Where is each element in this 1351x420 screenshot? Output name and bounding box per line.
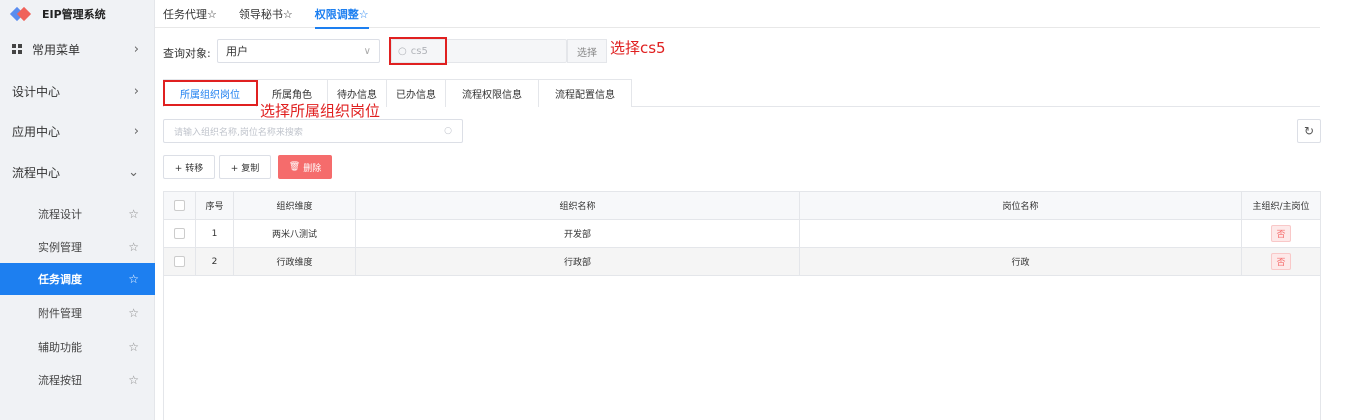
star-icon[interactable]: ☆ (128, 306, 139, 320)
row-select[interactable] (164, 220, 196, 247)
org-post-table: 序号 组织维度 组织名称 岗位名称 主组织/主岗位 1 两米八测试 开发部 否 … (163, 191, 1321, 420)
sidebar-item-label: 流程设计 (38, 208, 82, 221)
cell-main-org: 否 (1242, 248, 1320, 275)
annotation-text-cs5: 选择cs5 (610, 39, 666, 57)
annotation-box-org (163, 80, 258, 106)
cell-post-name: 行政 (800, 248, 1242, 275)
sidebar-item-label: 实例管理 (38, 241, 82, 254)
delete-label: 删除 (303, 163, 322, 174)
menu-app-center[interactable]: 应用中心 › (0, 117, 155, 145)
sidebar-item-assist-function[interactable]: 辅助功能 ☆ (0, 331, 155, 363)
star-icon[interactable]: ☆ (128, 207, 139, 221)
menu-app-center-label: 应用中心 (12, 124, 61, 139)
header-org-dimension: 组织维度 (234, 192, 356, 219)
menu-design-center[interactable]: 设计中心 › (0, 77, 155, 105)
sidebar-item-label: 辅助功能 (38, 341, 82, 354)
tab-leader-secretary[interactable]: 领导秘书☆ (239, 0, 293, 28)
sidebar-item-label: 任务调度 (38, 273, 82, 286)
menu-flow-center-label: 流程中心 (12, 165, 61, 180)
star-icon[interactable]: ☆ (128, 373, 139, 387)
cell-org-name: 行政部 (356, 248, 800, 275)
chevron-right-icon: › (133, 41, 139, 57)
annotation-text-org: 选择所属组织岗位 (260, 102, 381, 120)
sidebar-item-instance-manage[interactable]: 实例管理 ☆ (0, 231, 155, 263)
app-logo-icon (9, 6, 32, 22)
row-select[interactable] (164, 248, 196, 275)
chevron-right-icon: › (133, 83, 139, 99)
chevron-right-icon: › (133, 123, 139, 139)
tab-flow-config[interactable]: 流程配置信息 (538, 79, 632, 107)
checkbox[interactable] (174, 200, 185, 211)
refresh-icon: ↻ (1303, 124, 1315, 138)
menu-common[interactable]: 常用菜单 › (0, 35, 155, 63)
header-index: 序号 (196, 192, 234, 219)
star-icon[interactable]: ☆ (128, 240, 139, 254)
search-icon: ○ (444, 126, 452, 136)
refresh-button[interactable]: ↻ (1297, 119, 1321, 143)
menu-design-center-label: 设计中心 (12, 84, 61, 99)
cell-org-dimension: 行政维度 (234, 248, 356, 275)
sidebar-item-flow-design[interactable]: 流程设计 ☆ (0, 198, 155, 230)
star-icon[interactable]: ☆ (128, 340, 139, 354)
query-object-select[interactable]: 用户 ∨ (217, 39, 380, 63)
select-value: 用户 (226, 45, 248, 58)
annotation-box-cs5 (389, 37, 447, 65)
header-org-name: 组织名称 (356, 192, 800, 219)
header-main-org: 主组织/主岗位 (1252, 202, 1310, 212)
filter-placeholder: 请输入组织名称,岗位名称来搜索 (174, 127, 303, 138)
sidebar-item-flow-button[interactable]: 流程按钮 ☆ (0, 364, 155, 396)
table-row[interactable]: 1 两米八测试 开发部 否 (164, 220, 1320, 248)
checkbox[interactable] (174, 228, 185, 239)
table-row[interactable]: 2 行政维度 行政部 行政 否 (164, 248, 1320, 276)
org-filter-input[interactable]: 请输入组织名称,岗位名称来搜索 ○ (163, 119, 463, 143)
menu-flow-center[interactable]: 流程中心 ⌄ (0, 158, 155, 186)
cell-index: 2 (196, 248, 234, 275)
status-badge: 否 (1271, 225, 1291, 242)
tab-task-agent[interactable]: 任务代理☆ (163, 0, 217, 28)
top-tab-bar: 任务代理☆ 领导秘书☆ 权限调整☆ (155, 0, 1320, 29)
header-select-all[interactable] (164, 192, 196, 219)
cell-org-dimension: 两米八测试 (234, 220, 356, 247)
query-label: 查询对象: (163, 47, 211, 60)
chevron-down-icon: ∨ (363, 45, 371, 57)
tab-permission-adjust[interactable]: 权限调整☆ (314, 0, 369, 29)
tab-done[interactable]: 已办信息 (386, 79, 446, 107)
cell-post-name (800, 220, 1242, 247)
star-icon[interactable]: ☆ (128, 272, 139, 286)
copy-button[interactable]: + 复制 (219, 155, 271, 179)
status-badge: 否 (1271, 253, 1291, 270)
trash-icon: 🗑 (288, 162, 301, 172)
checkbox[interactable] (174, 256, 185, 267)
app-title: EIP管理系统 (42, 8, 106, 21)
sidebar: EIP管理系统 常用菜单 › 设计中心 › 应用中心 › 流程中心 ⌄ 流程设计… (0, 0, 155, 420)
app-header: EIP管理系统 (0, 0, 154, 28)
sidebar-item-label: 流程按钮 (38, 374, 82, 387)
transfer-button[interactable]: + 转移 (163, 155, 215, 179)
choose-button[interactable]: 选择 (567, 39, 607, 63)
table-header-row: 序号 组织维度 组织名称 岗位名称 主组织/主岗位 (164, 192, 1320, 220)
menu-common-label: 常用菜单 (32, 42, 81, 57)
grid-icon (12, 44, 22, 54)
sidebar-item-task-dispatch[interactable]: 任务调度 ☆ (0, 263, 155, 295)
chevron-down-icon: ⌄ (128, 164, 139, 180)
tab-flow-permission[interactable]: 流程权限信息 (445, 79, 539, 107)
cell-main-org: 否 (1242, 220, 1320, 247)
sidebar-item-attachment-manage[interactable]: 附件管理 ☆ (0, 297, 155, 329)
delete-button[interactable]: 🗑 删除 (278, 155, 332, 179)
sidebar-item-label: 附件管理 (38, 307, 82, 320)
cell-org-name: 开发部 (356, 220, 800, 247)
cell-index: 1 (196, 220, 234, 247)
header-post-name: 岗位名称 (800, 192, 1242, 219)
